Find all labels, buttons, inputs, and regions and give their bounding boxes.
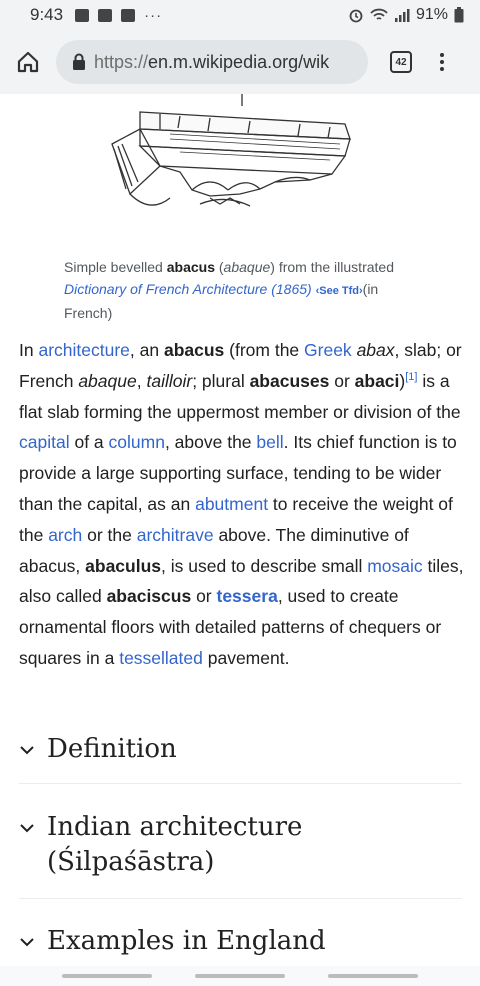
url-scheme: https:// — [94, 51, 149, 72]
link-bell[interactable]: bell — [256, 432, 283, 452]
text: ; plural — [192, 370, 250, 391]
clock: 9:43 — [30, 5, 64, 24]
menu-dot-icon — [440, 60, 444, 64]
term-abaque: abaque — [78, 370, 137, 391]
link-architrave[interactable]: architrave — [137, 525, 214, 545]
text: pavement. — [202, 647, 290, 668]
link-abutment[interactable]: abutment — [195, 494, 268, 514]
browser-menu-button[interactable] — [440, 53, 444, 71]
text: of a — [69, 432, 109, 453]
term-abacus: abacus — [163, 340, 225, 360]
link-arch[interactable]: arch — [48, 525, 82, 545]
notification-icons: ··· — [75, 7, 162, 24]
article-paragraph: In architecture, an abacus (from the Gre… — [19, 335, 465, 674]
home-icon — [17, 51, 39, 73]
article-content: Simple bevelled abacus (abaque) from the… — [0, 94, 480, 966]
link-column[interactable]: column — [109, 432, 165, 452]
link-capital[interactable]: capital — [19, 432, 70, 452]
link-greek[interactable]: Greek — [304, 340, 352, 360]
nav-home-gesture[interactable] — [194, 974, 285, 978]
status-bar: 9:43 ··· 91% — [0, 0, 480, 30]
chevron-down-icon — [19, 924, 47, 959]
caption-text: ( — [214, 259, 224, 275]
section-title: Definition — [47, 734, 177, 764]
url-host: en.m.wikipedia.org/wik — [148, 51, 330, 72]
text: , an — [129, 340, 164, 360]
system-navigation-bar — [0, 966, 480, 986]
text: In — [19, 340, 39, 360]
nav-recents-gesture[interactable] — [328, 974, 419, 978]
alarm-icon — [349, 9, 363, 23]
section-title: Indian architecture (Śilpaśāstra) — [47, 812, 303, 877]
term-abax: abax — [356, 340, 395, 360]
url-text: https://en.m.wikipedia.org/wik — [94, 52, 329, 73]
text: , above the — [164, 432, 257, 453]
home-button[interactable] — [0, 30, 56, 94]
see-tfd-link[interactable]: ‹See Tfd› — [316, 285, 363, 297]
link-architecture[interactable]: architecture — [38, 340, 129, 360]
figure-caption: Simple bevelled abacus (abaque) from the… — [64, 256, 424, 324]
menu-dot-icon — [440, 67, 444, 71]
battery-icon — [454, 7, 464, 23]
section-examples-england[interactable]: Examples in England — [19, 924, 462, 966]
caption-text: ) from the illustrated — [270, 259, 394, 275]
chevron-down-icon — [19, 810, 47, 845]
text: or — [329, 370, 355, 391]
link-tessellated[interactable]: tessellated — [119, 648, 203, 668]
wifi-icon — [370, 8, 388, 20]
browser-toolbar: https://en.m.wikipedia.org/wik 42 — [0, 30, 480, 94]
section-indian-architecture[interactable]: Indian architecture (Śilpaśāstra) — [19, 810, 462, 899]
caption-term: abacus — [166, 259, 215, 275]
system-icons: 91% — [348, 6, 464, 24]
text: or the — [82, 524, 137, 545]
section-title: Examples in England — [47, 926, 326, 956]
text: or — [191, 586, 217, 607]
address-bar[interactable]: https://en.m.wikipedia.org/wik — [56, 40, 368, 84]
section-definition[interactable]: Definition — [19, 732, 462, 784]
term-abaciscus: abaciscus — [106, 586, 192, 607]
caption-text: Simple bevelled — [64, 259, 167, 275]
text: , is used to describe small — [161, 555, 368, 576]
tab-switcher-button[interactable]: 42 — [390, 51, 412, 73]
caption-french-term: abaque — [223, 259, 271, 275]
chevron-down-icon — [19, 732, 47, 767]
abacus-illustration[interactable] — [100, 94, 360, 224]
term-tailloir: tailloir — [146, 370, 193, 391]
lock-icon — [73, 53, 85, 70]
nav-back-gesture[interactable] — [61, 974, 152, 978]
term-abaci: abaci — [354, 370, 400, 391]
calendar-notification-icon — [121, 8, 136, 22]
link-mosaic[interactable]: mosaic — [367, 556, 422, 576]
battery-percent: 91% — [415, 6, 448, 23]
menu-dot-icon — [440, 53, 444, 57]
gallery-notification-icon — [75, 8, 90, 22]
text: , — [136, 370, 147, 391]
signal-icon — [394, 9, 410, 22]
more-notifications-icon: ··· — [144, 6, 163, 24]
text: (from the — [224, 340, 305, 360]
term-abaculus: abaculus — [85, 555, 162, 576]
term-abacuses: abacuses — [249, 370, 330, 391]
reference-link-1[interactable]: [1] — [405, 371, 417, 383]
facebook-notification-icon — [98, 8, 113, 22]
caption-book-link[interactable]: Dictionary of French Architecture (1865) — [64, 281, 312, 297]
link-tessera[interactable]: tessera — [217, 586, 278, 606]
